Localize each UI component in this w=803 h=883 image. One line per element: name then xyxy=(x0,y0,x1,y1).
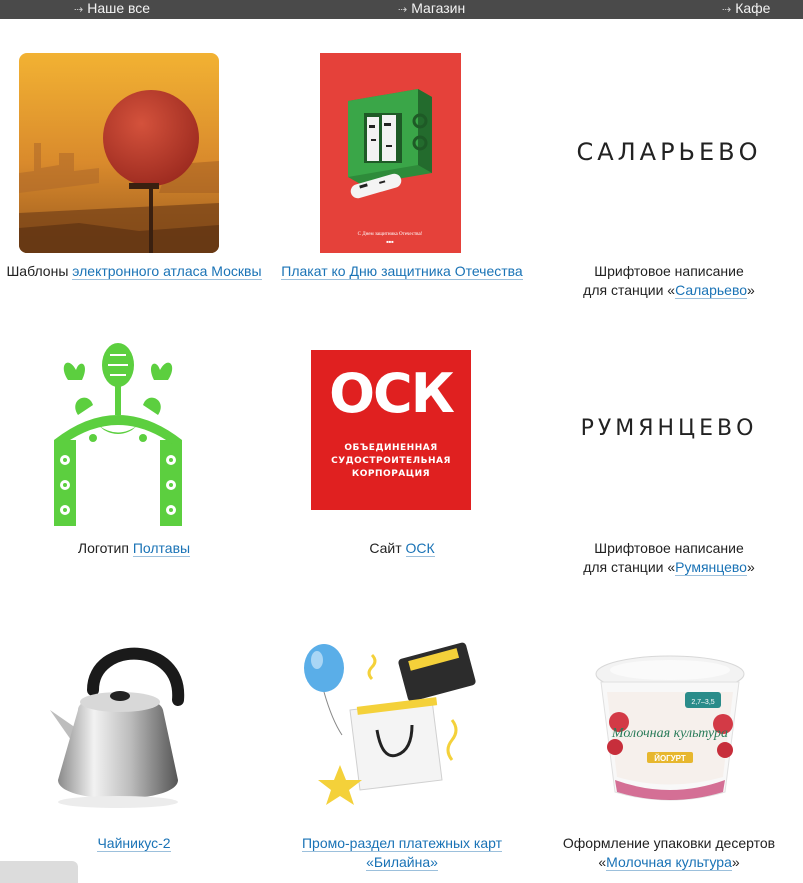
work-atlas: Шаблоны электронного атласа Москвы xyxy=(0,0,268,320)
kettle-caption: Чайникус-2 xyxy=(0,834,268,853)
poster-caption: Плакат ко Дню защитника Отечества xyxy=(268,262,536,281)
salaryevo-link[interactable]: Саларьево xyxy=(675,282,748,299)
svg-text:■■■: ■■■ xyxy=(386,239,394,244)
poltava-caption: Логотип Полтавы xyxy=(77,540,191,557)
poltava-logo[interactable] xyxy=(48,330,188,530)
beeline-link[interactable]: Промо-раздел платежных карт xyxy=(301,835,503,852)
svg-text:ЙОГУРТ: ЙОГУРТ xyxy=(654,754,686,763)
rumyantsevo-caption: Шрифтовое написание для станции «Румянце… xyxy=(583,540,755,576)
atlas-caption: Шаблоны электронного атласа Москвы xyxy=(6,263,262,280)
scrollbar-stub[interactable] xyxy=(0,861,78,883)
salaryevo-caption: Шрифтовое написание для станции «Саларье… xyxy=(583,263,755,299)
osk-logo[interactable]: ОСК ОБЪЕДИНЕННАЯ СУДОСТРОИТЕЛЬНАЯ КОРПОР… xyxy=(311,350,471,510)
poster-caption-text: С Днем защитника Отечества! xyxy=(358,232,423,237)
osk-logo-big: ОСК xyxy=(329,362,455,425)
beeline-caption: Промо-раздел платежных карт «Билайна» xyxy=(268,834,536,872)
salaryevo-wordmark[interactable]: САЛАРЬЕВО xyxy=(535,138,803,166)
dessert-thumbnail[interactable]: 2,7–3,5 Молочная культура ЙОГУРТ xyxy=(585,652,755,812)
atlas-link[interactable]: электронного атласа Москвы xyxy=(72,263,262,280)
kettle-thumbnail[interactable] xyxy=(38,630,198,820)
svg-text:2,7–3,5: 2,7–3,5 xyxy=(691,699,714,706)
pack-brand: Молочная культура xyxy=(611,726,728,741)
rumyantsevo-wordmark[interactable]: РУМЯНЦЕВО xyxy=(535,416,803,441)
beeline-link-2[interactable]: «Билайна» xyxy=(366,854,438,871)
dessert-link[interactable]: Молочная культура xyxy=(606,854,732,871)
osk-link[interactable]: ОСК xyxy=(405,540,435,557)
work-osk: ОСК ОБЪЕДИНЕННАЯ СУДОСТРОИТЕЛЬНАЯ КОРПОР… xyxy=(268,320,536,600)
beeline-thumbnail[interactable] xyxy=(302,640,482,815)
kettle-link[interactable]: Чайникус-2 xyxy=(97,835,171,852)
work-dessert: 2,7–3,5 Молочная культура ЙОГУРТ Оформле… xyxy=(535,600,803,883)
work-poltava: Логотип Полтавы xyxy=(0,320,268,600)
osk-caption: Сайт ОСК xyxy=(369,540,435,557)
work-beeline: Промо-раздел платежных карт «Билайна» xyxy=(268,600,536,883)
work-poster: С Днем защитника Отечества! ■■■ Плакат к… xyxy=(268,0,536,320)
poster-link[interactable]: Плакат ко Дню защитника Отечества xyxy=(281,263,523,280)
work-kettle: Чайникус-2 xyxy=(0,600,268,883)
poltava-link[interactable]: Полтавы xyxy=(132,540,191,557)
poster-thumbnail[interactable]: С Днем защитника Отечества! ■■■ xyxy=(320,53,461,253)
atlas-thumbnail[interactable] xyxy=(19,53,219,253)
work-rumyantsevo: РУМЯНЦЕВО Шрифтовое написание для станци… xyxy=(535,320,803,600)
dessert-caption: Оформление упаковки десертов «Молочная к… xyxy=(562,835,776,871)
rumyantsevo-link[interactable]: Румянцево xyxy=(675,559,747,576)
work-salaryevo: САЛАРЬЕВО Шрифтовое написание для станци… xyxy=(535,0,803,320)
